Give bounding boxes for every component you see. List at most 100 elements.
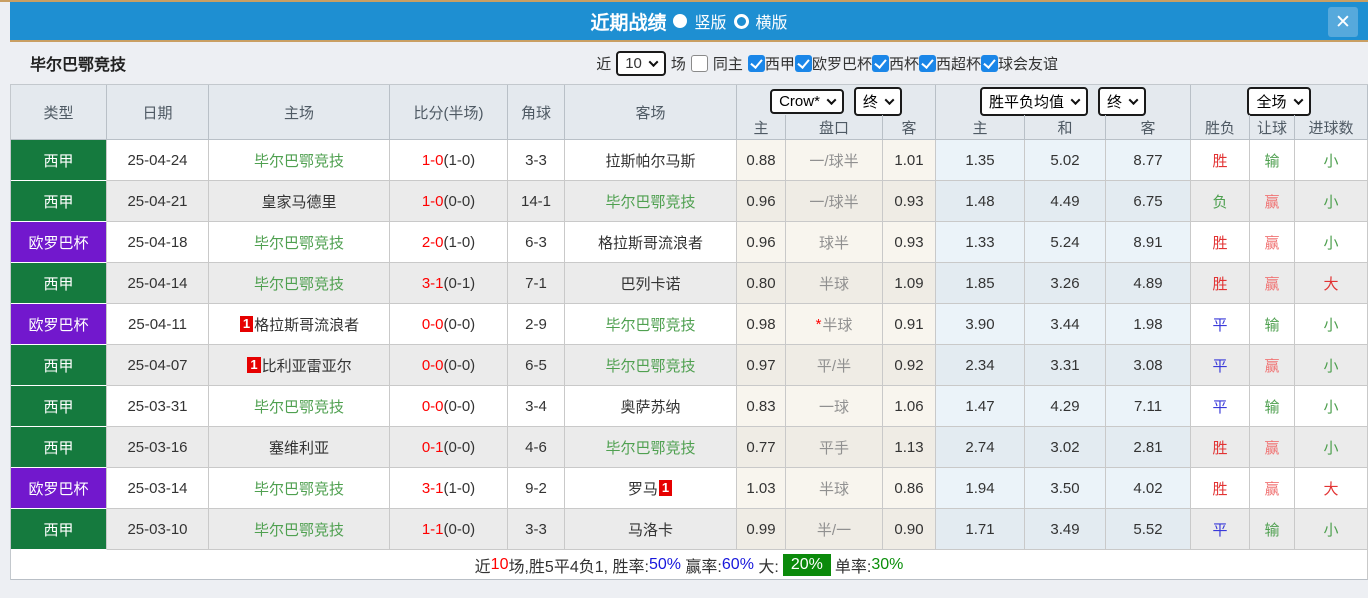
cell-avg-draw: 3.31 bbox=[1025, 345, 1106, 386]
radio-horizontal-label[interactable]: 横版 bbox=[756, 9, 788, 33]
cell-avg-home: 1.85 bbox=[936, 263, 1025, 304]
handicap-text: 一球 bbox=[819, 396, 849, 417]
subcol-avg-draw: 和 bbox=[1025, 115, 1106, 140]
filter-controls: 近 10 场 同主 西甲欧罗巴杯西杯西超杯球会友谊 bbox=[596, 51, 1058, 76]
same-home-checkbox[interactable] bbox=[691, 55, 708, 72]
cell-home-team: 毕尔巴鄂竞技 bbox=[209, 386, 390, 427]
cell-home-team: 毕尔巴鄂竞技 bbox=[209, 140, 390, 181]
cell-league: 西甲 bbox=[11, 263, 107, 304]
team-name-text: 塞维利亚 bbox=[269, 437, 329, 458]
halftime-score: (0-0) bbox=[444, 439, 476, 456]
cell-odds-home: 0.88 bbox=[737, 140, 786, 181]
league-checkbox-label: 欧罗巴杯 bbox=[812, 53, 872, 74]
cell-odds-home: 1.03 bbox=[737, 468, 786, 509]
cell-odds-away: 0.92 bbox=[883, 345, 936, 386]
handicap-time-select-value: 终 bbox=[863, 91, 878, 112]
handicap-text: 平手 bbox=[819, 437, 849, 458]
cell-odds-away: 1.01 bbox=[883, 140, 936, 181]
cell-handicap-result: 赢 bbox=[1250, 181, 1295, 222]
subcol-handicap: 盘口 bbox=[786, 115, 883, 140]
cell-corners: 3-4 bbox=[508, 386, 565, 427]
halftime-score: (0-0) bbox=[444, 193, 476, 210]
cell-score: 2-0(1-0) bbox=[390, 222, 508, 263]
league-checkbox[interactable] bbox=[872, 55, 889, 72]
cell-home-team: 毕尔巴鄂竞技 bbox=[209, 222, 390, 263]
cell-result: 胜 bbox=[1191, 468, 1250, 509]
cell-corners: 6-5 bbox=[508, 345, 565, 386]
league-checkbox[interactable] bbox=[795, 55, 812, 72]
cell-away-team: 巴列卡诺 bbox=[565, 263, 737, 304]
handicap-text: 平/半 bbox=[817, 355, 851, 376]
radio-vertical-label[interactable]: 竖版 bbox=[694, 9, 726, 33]
cell-score: 0-0(0-0) bbox=[390, 345, 508, 386]
odds-time-select[interactable]: 终 bbox=[1098, 87, 1146, 116]
handicap-time-select[interactable]: 终 bbox=[854, 87, 902, 116]
match-count-select[interactable]: 10 bbox=[616, 51, 666, 76]
cell-away-team: 拉斯帕尔马斯 bbox=[565, 140, 737, 181]
team-name-text: 毕尔巴鄂竞技 bbox=[605, 437, 695, 458]
subcol-handicap-away: 客 bbox=[883, 115, 936, 140]
team-name-text: 毕尔巴鄂竞技 bbox=[254, 519, 344, 540]
cell-goals-result: 小 bbox=[1295, 304, 1368, 345]
league-checkbox[interactable] bbox=[981, 55, 998, 72]
close-icon: ✕ bbox=[1335, 11, 1351, 34]
period-select[interactable]: 全场 bbox=[1247, 87, 1310, 116]
cell-score: 1-0(1-0) bbox=[390, 140, 508, 181]
cell-avg-away: 5.52 bbox=[1106, 509, 1191, 550]
cell-avg-away: 4.89 bbox=[1106, 263, 1191, 304]
cell-result: 平 bbox=[1191, 386, 1250, 427]
cell-away-team: 毕尔巴鄂竞技 bbox=[565, 304, 737, 345]
cell-corners: 6-3 bbox=[508, 222, 565, 263]
radio-vertical-selected[interactable] bbox=[673, 14, 687, 28]
cell-score: 3-1(0-1) bbox=[390, 263, 508, 304]
cell-handicap-result: 输 bbox=[1250, 509, 1295, 550]
chevron-down-icon bbox=[826, 95, 836, 105]
cell-result: 负 bbox=[1191, 181, 1250, 222]
cell-avg-draw: 3.49 bbox=[1025, 509, 1106, 550]
league-checkbox[interactable] bbox=[748, 55, 765, 72]
subcol-handicap-home: 主 bbox=[737, 115, 786, 140]
cell-handicap-result: 输 bbox=[1250, 140, 1295, 181]
col-header-type: 类型 bbox=[11, 85, 107, 140]
cell-odds-home: 0.99 bbox=[737, 509, 786, 550]
cell-score: 3-1(1-0) bbox=[390, 468, 508, 509]
league-checkbox-label: 球会友谊 bbox=[998, 53, 1058, 74]
cell-corners: 2-9 bbox=[508, 304, 565, 345]
cell-odds-away: 1.06 bbox=[883, 386, 936, 427]
fulltime-score: 3-1 bbox=[422, 275, 444, 292]
cell-goals-result: 大 bbox=[1295, 468, 1368, 509]
close-button[interactable]: ✕ bbox=[1328, 7, 1358, 37]
footer-stat: 大: bbox=[754, 553, 779, 577]
handicap-text: 球半 bbox=[819, 232, 849, 253]
cell-avg-draw: 4.49 bbox=[1025, 181, 1106, 222]
near-label: 近 bbox=[596, 53, 611, 74]
matches-label: 场 bbox=[671, 53, 686, 74]
subcol-handicap-result: 让球 bbox=[1250, 115, 1295, 140]
cell-away-team: 格拉斯哥流浪者 bbox=[565, 222, 737, 263]
table-row: 西甲25-03-31毕尔巴鄂竞技0-0(0-0)3-4奥萨苏纳0.83一球1.0… bbox=[11, 386, 1368, 427]
league-checkbox[interactable] bbox=[919, 55, 936, 72]
halftime-score: (0-0) bbox=[444, 521, 476, 538]
team-name: 毕尔巴鄂竞技 bbox=[10, 51, 126, 75]
handicap-text: 半球 bbox=[819, 273, 849, 294]
cell-date: 25-04-11 bbox=[107, 304, 209, 345]
team-name-text: 马洛卡 bbox=[628, 519, 673, 540]
cell-league: 西甲 bbox=[11, 509, 107, 550]
team-name-text: 毕尔巴鄂竞技 bbox=[254, 478, 344, 499]
odds-type-select[interactable]: 胜平负均值 bbox=[980, 87, 1088, 116]
table-body: 西甲25-04-24毕尔巴鄂竞技1-0(1-0)3-3拉斯帕尔马斯0.88一/球… bbox=[11, 140, 1368, 550]
table-row: 欧罗巴杯25-04-111格拉斯哥流浪者0-0(0-0)2-9毕尔巴鄂竞技0.9… bbox=[11, 304, 1368, 345]
radio-horizontal[interactable] bbox=[734, 14, 749, 29]
fulltime-score: 0-0 bbox=[422, 398, 444, 415]
bookmaker-select[interactable]: Crow* bbox=[770, 89, 844, 114]
cell-corners: 9-2 bbox=[508, 468, 565, 509]
cell-league: 西甲 bbox=[11, 345, 107, 386]
league-filters: 西甲欧罗巴杯西杯西超杯球会友谊 bbox=[748, 53, 1058, 74]
cell-avg-away: 3.08 bbox=[1106, 345, 1191, 386]
odds-type-select-value: 胜平负均值 bbox=[989, 91, 1064, 112]
fulltime-score: 1-1 bbox=[422, 521, 444, 538]
cell-odds-away: 0.93 bbox=[883, 181, 936, 222]
col-header-away: 客场 bbox=[565, 85, 737, 140]
footer-stat: 场,胜5平4负1, 胜率: bbox=[508, 553, 648, 577]
cell-handicap: 平/半 bbox=[786, 345, 883, 386]
